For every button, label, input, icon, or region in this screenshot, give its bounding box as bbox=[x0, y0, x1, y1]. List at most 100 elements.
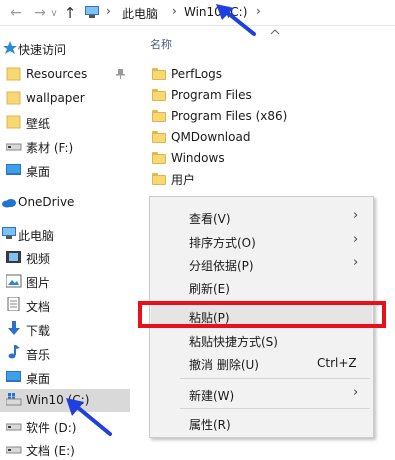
sort-chevron-icon[interactable] bbox=[270, 28, 280, 36]
menu-item-refresh[interactable]: 刷新(E) bbox=[151, 276, 372, 298]
nav-item-downloads[interactable]: 下载 bbox=[0, 318, 130, 340]
column-header-name[interactable]: 名称 bbox=[150, 36, 172, 52]
folder-icon bbox=[152, 89, 166, 101]
highlight-box bbox=[138, 301, 386, 328]
desktop-icon bbox=[6, 371, 21, 382]
folder-icon bbox=[152, 173, 166, 185]
nav-item-videos[interactable]: 视频 bbox=[0, 246, 130, 268]
nav-label: 音乐 bbox=[26, 348, 51, 362]
nav-item-wallpaper[interactable]: wallpaper bbox=[0, 87, 130, 109]
nav-label: Resources bbox=[26, 67, 88, 81]
folder-icon bbox=[6, 115, 21, 129]
file-row-program-files-x86[interactable]: Program Files (x86) bbox=[152, 106, 287, 126]
menu-item-properties[interactable]: 属性(R) bbox=[151, 412, 372, 434]
breadcrumb-separator: › bbox=[172, 4, 177, 18]
nav-item-onedrive[interactable]: OneDrive bbox=[0, 191, 130, 213]
windows-drive-icon bbox=[6, 393, 22, 406]
nav-label: 桌面 bbox=[26, 165, 51, 179]
nav-label: 文档 bbox=[26, 300, 51, 314]
desktop-icon bbox=[6, 164, 21, 175]
file-name: 用户 bbox=[171, 172, 196, 187]
file-name: Program Files bbox=[171, 88, 252, 102]
folder-icon bbox=[152, 68, 166, 80]
nav-item-documents[interactable]: 文档 bbox=[0, 294, 130, 316]
submenu-arrow-icon: › bbox=[353, 232, 359, 247]
nav-label: OneDrive bbox=[18, 195, 75, 209]
nav-label: 快速访问 bbox=[18, 43, 67, 57]
download-icon bbox=[8, 321, 20, 335]
menu-item-new[interactable]: 新建(W) › bbox=[151, 383, 372, 405]
menu-item-undo-delete[interactable]: 撤消 删除(U) Ctrl+Z bbox=[151, 352, 372, 374]
menu-item-label: 撤消 删除(U) bbox=[189, 358, 259, 372]
submenu-arrow-icon: › bbox=[353, 208, 359, 223]
breadcrumb-this-pc[interactable]: 此电脑 bbox=[122, 5, 158, 22]
file-name: Windows bbox=[171, 151, 225, 165]
menu-item-label: 新建(W) bbox=[189, 389, 235, 403]
back-arrow-icon[interactable]: ← bbox=[6, 3, 26, 23]
menu-item-group-by[interactable]: 分组依据(P) › bbox=[151, 253, 372, 275]
nav-item-this-pc[interactable]: 此电脑 bbox=[0, 223, 130, 245]
menu-item-label: 分组依据(P) bbox=[189, 259, 254, 273]
menu-separator bbox=[180, 408, 370, 409]
menu-separator bbox=[180, 378, 370, 379]
star-icon bbox=[3, 41, 17, 54]
file-name: QMDownload bbox=[171, 130, 251, 144]
video-icon bbox=[6, 251, 21, 263]
nav-item-desktop[interactable]: 桌面 bbox=[0, 366, 130, 388]
nav-label: 视频 bbox=[26, 252, 51, 266]
menu-item-label: 粘贴快捷方式(S) bbox=[189, 335, 278, 349]
nav-label: 此电脑 bbox=[18, 229, 55, 243]
cloud-icon bbox=[2, 199, 16, 208]
file-row-users[interactable]: 用户 bbox=[152, 169, 195, 189]
up-arrow-icon[interactable]: ↑ bbox=[60, 3, 80, 23]
folder-icon bbox=[6, 91, 21, 105]
document-icon bbox=[7, 297, 20, 311]
nav-label: 素材 (F:) bbox=[26, 141, 74, 155]
nav-item-pictures[interactable]: 图片 bbox=[0, 270, 130, 292]
file-row-perflogs[interactable]: PerfLogs bbox=[152, 64, 222, 84]
nav-label: 文档 (E:) bbox=[26, 444, 75, 458]
pin-icon bbox=[116, 69, 125, 79]
menu-item-sort-by[interactable]: 排序方式(O) › bbox=[151, 230, 372, 252]
file-name: PerfLogs bbox=[171, 67, 223, 81]
nav-item-quick-access[interactable]: 快速访问 bbox=[0, 37, 130, 59]
file-name: Program Files (x86) bbox=[171, 109, 288, 123]
drive-icon bbox=[6, 423, 22, 431]
submenu-arrow-icon: › bbox=[353, 385, 359, 400]
nav-item-wallpaper-cn[interactable]: 壁纸 bbox=[0, 111, 130, 133]
folder-icon bbox=[6, 67, 21, 81]
nav-label: 桌面 bbox=[26, 372, 51, 386]
computer-icon bbox=[85, 6, 99, 18]
address-bar: ← → ∨ ↑ › 此电脑 › Win10 (C:) › bbox=[0, 0, 395, 26]
folder-icon bbox=[152, 152, 166, 164]
nav-item-drive-f[interactable]: 素材 (F:) bbox=[0, 135, 130, 157]
menu-item-view[interactable]: 查看(V) › bbox=[151, 206, 372, 228]
folder-icon bbox=[152, 110, 166, 122]
picture-icon bbox=[6, 274, 22, 288]
annotation-arrow-bottom bbox=[66, 398, 112, 436]
computer-icon bbox=[2, 227, 16, 239]
menu-item-label: 属性(R) bbox=[189, 418, 231, 432]
file-row-program-files[interactable]: Program Files bbox=[152, 85, 252, 105]
breadcrumb-separator: › bbox=[106, 4, 111, 18]
folder-icon bbox=[152, 131, 166, 143]
nav-item-resources[interactable]: Resources bbox=[0, 63, 130, 85]
nav-item-desktop-quick[interactable]: 桌面 bbox=[0, 159, 130, 181]
drive-icon bbox=[6, 446, 22, 454]
file-row-windows[interactable]: Windows bbox=[152, 148, 225, 168]
menu-item-paste-shortcut[interactable]: 粘贴快捷方式(S) bbox=[151, 329, 372, 351]
menu-item-label: 排序方式(O) bbox=[189, 236, 256, 250]
submenu-arrow-icon: › bbox=[353, 255, 359, 270]
menu-item-shortcut: Ctrl+Z bbox=[317, 356, 357, 370]
nav-label: 壁纸 bbox=[26, 117, 51, 131]
annotation-arrow-top bbox=[216, 4, 256, 36]
nav-item-music[interactable]: 音乐 bbox=[0, 342, 130, 364]
nav-label: 图片 bbox=[26, 276, 51, 290]
music-icon bbox=[8, 345, 20, 359]
menu-item-label: 查看(V) bbox=[189, 212, 231, 226]
nav-label: wallpaper bbox=[26, 91, 85, 105]
drive-icon bbox=[6, 143, 22, 151]
menu-item-label: 刷新(E) bbox=[189, 282, 230, 296]
nav-label: 下载 bbox=[26, 324, 51, 338]
file-row-qmdownload[interactable]: QMDownload bbox=[152, 127, 250, 147]
